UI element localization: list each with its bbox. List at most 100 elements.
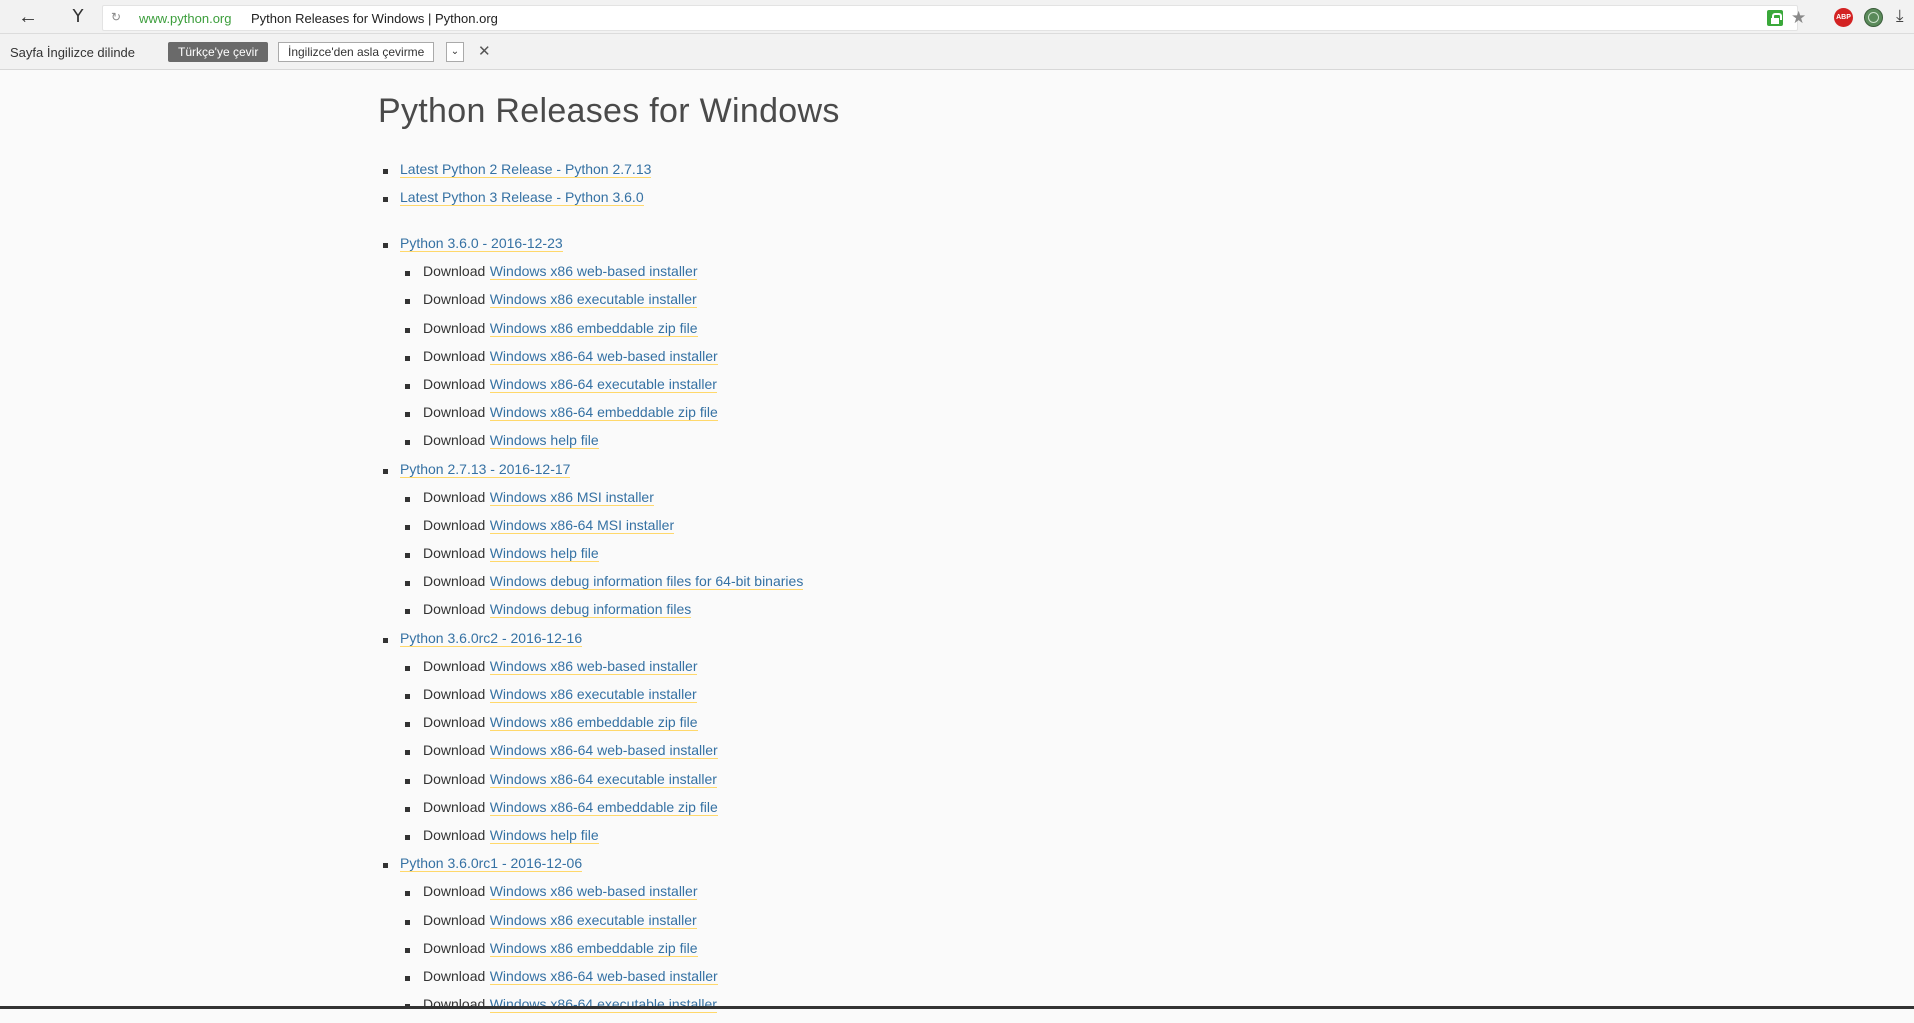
- globe-extension-icon[interactable]: [1864, 8, 1883, 27]
- download-link[interactable]: Windows x86 embeddable zip file: [489, 319, 698, 337]
- bookmark-star-icon[interactable]: ★: [1791, 8, 1806, 28]
- download-label: Download: [423, 996, 486, 1013]
- reload-icon[interactable]: ↻: [111, 10, 121, 24]
- download-item: Download Windows x86-64 executable insta…: [378, 770, 803, 798]
- download-label: Download: [423, 826, 486, 843]
- page-title: Python Releases for Windows: [378, 92, 840, 130]
- list-item: Latest Python 3 Release - Python 3.6.0: [378, 188, 651, 216]
- download-item: Download Windows x86-64 embeddable zip f…: [378, 403, 803, 431]
- release-link[interactable]: Python 3.6.0rc1 - 2016-12-06: [400, 855, 583, 873]
- download-item: Download Windows debug information files…: [378, 572, 804, 600]
- back-arrow-icon[interactable]: ←: [16, 5, 40, 29]
- download-icon[interactable]: ⤓: [1896, 6, 1904, 26]
- translate-bar: Sayfa İngilizce dilinde Türkçe'ye çevir …: [0, 34, 1914, 70]
- download-item: Download Windows debug information files: [378, 600, 803, 628]
- download-label: Download: [423, 939, 486, 956]
- download-label: Download: [423, 375, 486, 392]
- translate-button[interactable]: Türkçe'ye çevir: [168, 42, 269, 62]
- download-label: Download: [423, 545, 486, 562]
- download-link[interactable]: Windows x86 executable installer: [489, 291, 697, 309]
- download-label: Download: [423, 404, 486, 421]
- download-link[interactable]: Windows x86-64 executable installer: [489, 375, 717, 393]
- download-link[interactable]: Windows x86 web-based installer: [489, 263, 698, 281]
- download-item: Download Windows x86 embeddable zip file: [378, 319, 803, 347]
- latest-python-3-link[interactable]: Latest Python 3 Release - Python 3.6.0: [400, 189, 644, 207]
- download-item: Download Windows x86 executable installe…: [378, 685, 803, 713]
- release-item: Python 3.6.0 - 2016-12-23: [378, 234, 803, 262]
- download-item: Download Windows help file: [378, 431, 803, 459]
- translate-options-chevron-down-icon[interactable]: ⌄: [446, 42, 464, 62]
- release-link[interactable]: Python 3.6.0rc2 - 2016-12-16: [400, 629, 583, 647]
- download-link[interactable]: Windows x86-64 executable installer: [489, 996, 717, 1014]
- list-item: Latest Python 2 Release - Python 2.7.13: [378, 160, 652, 188]
- download-link[interactable]: Windows x86-64 web-based installer: [489, 967, 718, 985]
- download-label: Download: [423, 686, 486, 702]
- download-item: Download Windows x86-64 embeddable zip f…: [378, 798, 803, 826]
- download-label: Download: [423, 319, 486, 336]
- download-link[interactable]: Windows x86-64 web-based installer: [489, 347, 718, 365]
- download-label: Download: [423, 291, 486, 308]
- download-item: Download Windows x86-64 web-based instal…: [378, 347, 803, 375]
- download-label: Download: [423, 770, 486, 787]
- download-link[interactable]: Windows x86-64 web-based installer: [489, 742, 718, 760]
- download-item: Download Windows x86 web-based installer: [378, 262, 803, 290]
- download-link[interactable]: Windows x86 executable installer: [489, 911, 697, 929]
- download-label: Download: [423, 516, 486, 533]
- download-item: Download Windows x86 MSI installer: [378, 488, 803, 516]
- address-bar[interactable]: ↻ www.python.org Python Releases for Win…: [102, 5, 1806, 31]
- releases-list: Python 3.6.0 - 2016-12-23 Download Windo…: [378, 234, 804, 1023]
- yandex-logo-icon[interactable]: Y: [68, 5, 88, 29]
- download-item: Download Windows help file: [378, 826, 803, 854]
- download-link[interactable]: Windows x86 MSI installer: [489, 488, 654, 506]
- download-link[interactable]: Windows x86 web-based installer: [489, 657, 698, 675]
- release-item: Python 3.6.0rc1 - 2016-12-06: [378, 854, 803, 882]
- download-label: Download: [423, 488, 486, 505]
- download-link[interactable]: Windows help file: [489, 826, 599, 844]
- download-link[interactable]: Windows x86 web-based installer: [489, 883, 698, 901]
- url-domain: www.python.org: [139, 11, 232, 26]
- download-item: Download Windows x86 executable installe…: [378, 911, 803, 939]
- download-link[interactable]: Windows x86-64 embeddable zip file: [489, 798, 718, 816]
- download-label: Download: [423, 432, 486, 449]
- release-link[interactable]: Python 2.7.13 - 2016-12-17: [400, 460, 571, 478]
- download-label: Download: [423, 601, 486, 618]
- release-link[interactable]: Python 3.6.0 - 2016-12-23: [400, 235, 563, 252]
- download-link[interactable]: Windows x86-64 embeddable zip file: [489, 404, 718, 422]
- download-link[interactable]: Windows x86 embeddable zip file: [489, 714, 698, 732]
- download-link[interactable]: Windows x86 executable installer: [489, 686, 697, 703]
- download-label: Download: [423, 967, 486, 984]
- translate-message: Sayfa İngilizce dilinde: [10, 45, 136, 60]
- close-icon[interactable]: ✕: [478, 42, 491, 62]
- download-link[interactable]: Windows x86-64 executable installer: [489, 770, 717, 788]
- adblock-plus-icon[interactable]: ABP: [1834, 8, 1853, 27]
- page-tab-title: Python Releases for Windows | Python.org: [251, 11, 498, 26]
- download-item: Download Windows x86-64 executable insta…: [378, 995, 803, 1023]
- download-label: Download: [423, 657, 486, 674]
- browser-toolbar: ← Y ↻ www.python.org Python Releases for…: [0, 0, 1914, 34]
- download-label: Download: [423, 742, 486, 759]
- download-item: Download Windows x86-64 web-based instal…: [378, 741, 803, 769]
- download-link[interactable]: Windows debug information files: [489, 601, 692, 619]
- download-label: Download: [423, 347, 486, 364]
- page-content: Python Releases for Windows Latest Pytho…: [0, 70, 1914, 1014]
- latest-python-2-link[interactable]: Latest Python 2 Release - Python 2.7.13: [400, 161, 652, 178]
- download-link[interactable]: Windows x86-64 MSI installer: [489, 516, 675, 534]
- download-label: Download: [423, 714, 486, 731]
- never-translate-button[interactable]: İngilizce'den asla çevirme: [278, 42, 435, 62]
- download-item: Download Windows x86 embeddable zip file: [378, 713, 803, 741]
- latest-releases-list: Latest Python 2 Release - Python 2.7.13 …: [378, 160, 652, 216]
- download-label: Download: [423, 573, 486, 590]
- download-label: Download: [423, 883, 486, 900]
- download-link[interactable]: Windows debug information files for 64-b…: [489, 573, 804, 591]
- download-link[interactable]: Windows help file: [489, 432, 599, 450]
- download-item: Download Windows x86 web-based installer: [378, 657, 803, 685]
- download-item: Download Windows x86-64 web-based instal…: [378, 967, 803, 995]
- download-item: Download Windows x86-64 MSI installer: [378, 516, 803, 544]
- download-item: Download Windows help file: [378, 544, 803, 572]
- download-label: Download: [423, 798, 486, 815]
- lock-icon[interactable]: [1767, 10, 1783, 26]
- download-link[interactable]: Windows help file: [489, 545, 599, 563]
- download-link[interactable]: Windows x86 embeddable zip file: [489, 939, 698, 957]
- download-item: Download Windows x86 web-based installer: [378, 882, 803, 910]
- release-item: Python 2.7.13 - 2016-12-17: [378, 460, 803, 488]
